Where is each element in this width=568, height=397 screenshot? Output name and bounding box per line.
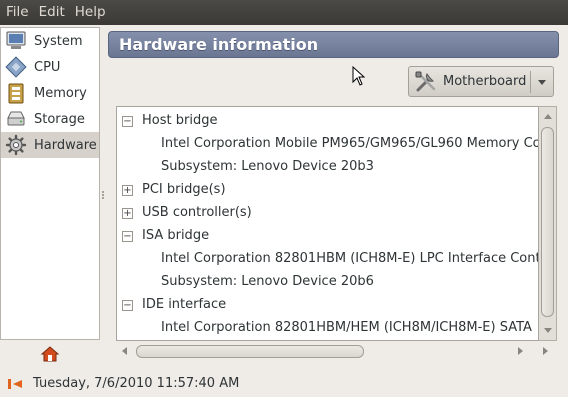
expand-toggle[interactable]: + bbox=[122, 208, 133, 219]
scroll-up-arrow-icon[interactable] bbox=[544, 114, 552, 119]
tree-row[interactable]: Subsystem: Lenovo Device 20b6 bbox=[117, 271, 538, 293]
menu-file[interactable]: File bbox=[2, 0, 33, 25]
mouse-pointer-icon bbox=[352, 65, 366, 90]
sidebar-item-label: Storage bbox=[34, 111, 85, 127]
tree-row[interactable]: − Host bridge bbox=[117, 110, 538, 132]
menu-help[interactable]: Help bbox=[71, 0, 110, 25]
tree-row-label: Intel Corporation 82801HBM/HEM (ICH8M/IC… bbox=[161, 320, 532, 335]
tree-row[interactable]: Intel Corporation 82801HBM/HEM (ICH8M/IC… bbox=[117, 317, 538, 339]
home-icon bbox=[40, 346, 60, 362]
tree-row-label: PCI bridge(s) bbox=[142, 182, 226, 197]
tree-row-label: IDE interface bbox=[142, 297, 227, 312]
tree-row-label: USB controller(s) bbox=[142, 205, 252, 220]
expand-toggle[interactable]: + bbox=[122, 185, 133, 196]
tree-row[interactable]: + USB controller(s) bbox=[117, 202, 538, 224]
collapse-toggle[interactable]: − bbox=[122, 231, 133, 242]
scroll-down-arrow-icon[interactable] bbox=[544, 328, 552, 333]
tree-row-label: ISA bridge bbox=[142, 228, 210, 243]
sidebar-item-system[interactable]: System bbox=[1, 28, 99, 54]
tree-row-label: Host bridge bbox=[142, 113, 218, 128]
tree-row[interactable]: − IDE interface bbox=[117, 294, 538, 316]
memory-icon bbox=[4, 81, 28, 105]
tree-row[interactable]: + PCI bridge(s) bbox=[117, 179, 538, 201]
menubar: File Edit Help bbox=[0, 0, 568, 25]
motherboard-tools-icon bbox=[413, 69, 439, 95]
tree-row[interactable]: − ISA bridge bbox=[117, 225, 538, 247]
sidebar-item-cpu[interactable]: CPU bbox=[1, 54, 99, 80]
tree-row[interactable]: Intel Corporation 82801HBM (ICH8M-E) LPC… bbox=[117, 248, 538, 270]
scroll-corner bbox=[539, 342, 557, 360]
scroll-left-arrow-icon[interactable] bbox=[122, 347, 127, 355]
storage-icon bbox=[4, 107, 28, 131]
combo-separator bbox=[530, 71, 531, 93]
home-button[interactable] bbox=[40, 345, 60, 365]
scroll-corner-arrow-icon[interactable] bbox=[543, 347, 548, 355]
sidebar: System CPU Memory Storage Hardware bbox=[0, 27, 100, 340]
computer-icon bbox=[4, 29, 28, 53]
tree-row-label: Subsystem: Lenovo Device 20b3 bbox=[161, 159, 374, 174]
sidebar-item-label: System bbox=[34, 33, 83, 49]
collapse-toggle[interactable]: − bbox=[122, 116, 133, 127]
menu-edit[interactable]: Edit bbox=[35, 0, 69, 25]
sidebar-item-hardware[interactable]: Hardware bbox=[1, 132, 99, 158]
page-title-bar: Hardware information bbox=[108, 31, 559, 58]
chevron-down-icon[interactable] bbox=[537, 76, 547, 91]
device-selector-value: Motherboard bbox=[443, 74, 527, 89]
tree-row-label: Intel Corporation 82801HBM (ICH8M-E) LPC… bbox=[161, 251, 539, 266]
device-selector-combo[interactable]: Motherboard bbox=[408, 66, 554, 97]
vertical-scroll-thumb[interactable] bbox=[541, 127, 554, 317]
sidebar-item-label: CPU bbox=[34, 59, 61, 75]
hardware-tree: − Host bridge Intel Corporation Mobile P… bbox=[116, 106, 539, 341]
horizontal-scrollbar[interactable] bbox=[116, 342, 539, 360]
page-title: Hardware information bbox=[119, 35, 319, 54]
cpu-icon bbox=[4, 55, 28, 79]
pane-splitter[interactable] bbox=[100, 190, 106, 202]
clock-arrow-icon bbox=[7, 376, 23, 392]
scroll-right-arrow-icon[interactable] bbox=[518, 347, 523, 355]
status-text: Tuesday, 7/6/2010 11:57:40 AM bbox=[33, 376, 240, 391]
statusbar: Tuesday, 7/6/2010 11:57:40 AM bbox=[0, 370, 568, 397]
horizontal-scroll-thumb[interactable] bbox=[136, 345, 364, 358]
sidebar-item-label: Hardware bbox=[34, 137, 97, 153]
collapse-toggle[interactable]: − bbox=[122, 300, 133, 311]
hardware-icon bbox=[4, 133, 28, 157]
tree-row-label: Subsystem: Lenovo Device 20b6 bbox=[161, 274, 374, 289]
sidebar-item-memory[interactable]: Memory bbox=[1, 80, 99, 106]
sidebar-item-storage[interactable]: Storage bbox=[1, 106, 99, 132]
tree-row-label: Intel Corporation Mobile PM965/GM965/GL9… bbox=[161, 136, 539, 151]
vertical-scrollbar[interactable] bbox=[539, 106, 557, 341]
tree-row[interactable]: Subsystem: Lenovo Device 20b3 bbox=[117, 156, 538, 178]
sidebar-item-label: Memory bbox=[34, 85, 87, 101]
tree-row[interactable]: Intel Corporation Mobile PM965/GM965/GL9… bbox=[117, 133, 538, 155]
